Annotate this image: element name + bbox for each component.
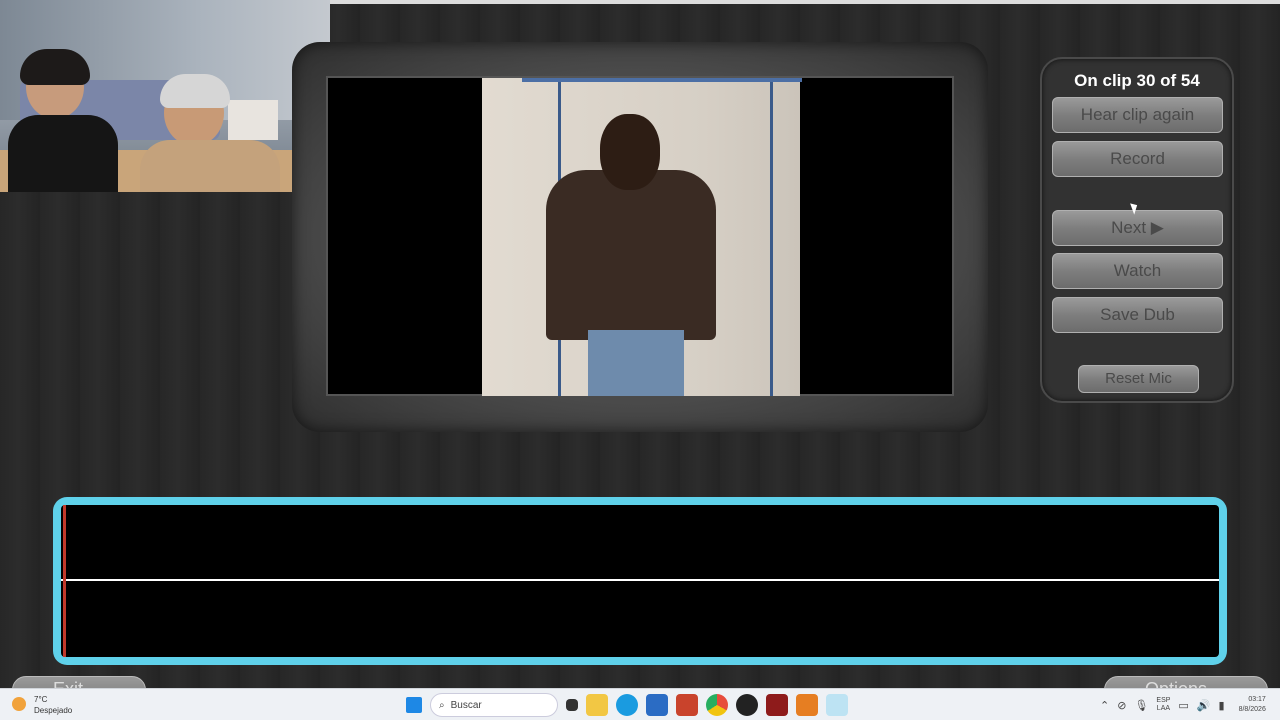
- task-view-icon[interactable]: [566, 699, 578, 711]
- file-explorer-icon[interactable]: [586, 694, 608, 716]
- next-button[interactable]: Next ▶: [1052, 210, 1223, 246]
- search-placeholder: Buscar: [450, 699, 482, 711]
- search-icon: ⌕: [439, 699, 445, 711]
- hear-clip-again-button[interactable]: Hear clip again: [1052, 97, 1223, 133]
- chrome-icon[interactable]: [706, 694, 728, 716]
- video-clip: [482, 78, 802, 396]
- control-panel: On clip 30 of 54 Hear clip again Record …: [1040, 57, 1234, 403]
- edge-icon[interactable]: [616, 694, 638, 716]
- video-screen: [326, 76, 954, 396]
- record-button[interactable]: Record: [1052, 141, 1223, 177]
- obs-icon[interactable]: [736, 694, 758, 716]
- clock[interactable]: 03:17 8/8/2026: [1239, 695, 1266, 715]
- mic-icon[interactable]: 🎙: [1134, 699, 1148, 712]
- store-icon[interactable]: [646, 694, 668, 716]
- taskbar-apps: ⌕ Buscar: [406, 693, 848, 717]
- waveform-baseline: [61, 579, 1219, 581]
- reset-mic-button[interactable]: Reset Mic: [1078, 365, 1199, 393]
- clip-person: [546, 170, 716, 340]
- clip-status: On clip 30 of 54: [1074, 71, 1200, 90]
- weather-temp: 7°C: [34, 695, 48, 704]
- webcam-person-left: [8, 49, 118, 192]
- system-tray: ⌃ ⊘ 🎙 ESP LAA ▭ 🔊 ▮ 03:17 8/8/2026: [1100, 693, 1266, 717]
- powerpoint-icon[interactable]: [676, 694, 698, 716]
- network-off-icon[interactable]: ⊘: [1117, 699, 1126, 712]
- battery-icon[interactable]: ▮: [1219, 699, 1225, 712]
- language-indicator[interactable]: ESP LAA: [1156, 697, 1170, 713]
- taskbar-search[interactable]: ⌕ Buscar: [430, 693, 558, 717]
- webcam-overlay: [0, 0, 330, 192]
- taskbar: 7°C Despejado ⌕ Buscar ⌃ ⊘ 🎙 ESP LAA ▭ 🔊…: [0, 688, 1280, 720]
- app-icon-red[interactable]: [766, 694, 788, 716]
- windows-start-icon[interactable]: [406, 697, 422, 713]
- watch-button[interactable]: Watch: [1052, 253, 1223, 289]
- app-icon-orange[interactable]: [796, 694, 818, 716]
- webcam-person-right: [140, 74, 280, 192]
- tray-chevron-icon[interactable]: ⌃: [1100, 699, 1109, 712]
- save-dub-button[interactable]: Save Dub: [1052, 297, 1223, 333]
- weather-sun-icon: [12, 697, 26, 711]
- top-edge: [330, 0, 1280, 4]
- waveform-display[interactable]: [61, 505, 1219, 657]
- weather-desc: Despejado: [34, 706, 73, 715]
- network-icon[interactable]: ▭: [1178, 699, 1188, 712]
- waveform-panel: [53, 497, 1227, 665]
- volume-icon[interactable]: 🔊: [1197, 699, 1211, 712]
- weather-widget[interactable]: 7°C Despejado: [12, 693, 102, 717]
- notepad-icon[interactable]: [826, 694, 848, 716]
- playhead-cursor: [63, 505, 66, 657]
